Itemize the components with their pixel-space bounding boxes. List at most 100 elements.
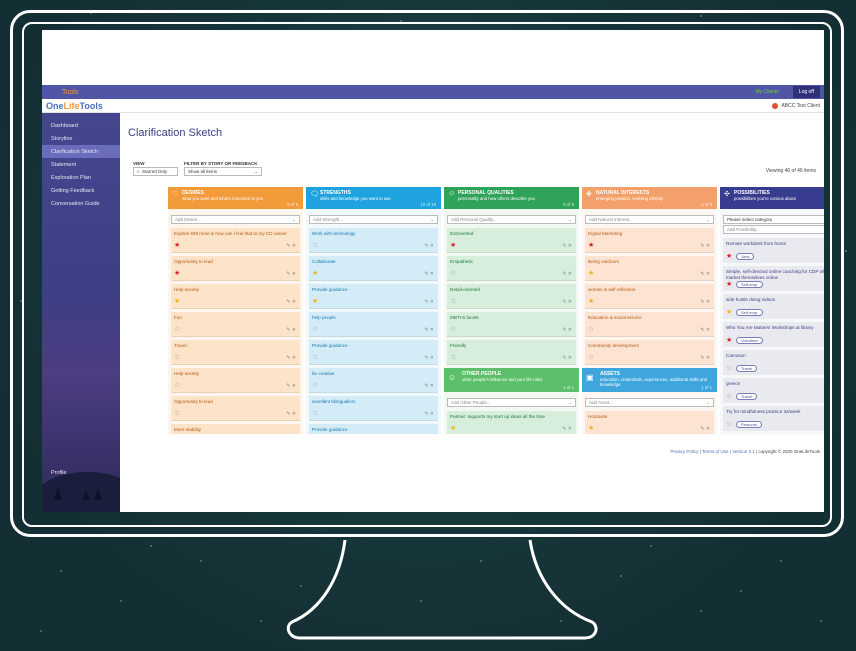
item-card[interactable]: Detail-oriented ☆ ✎ ✕	[447, 284, 576, 309]
star-icon[interactable]: ★	[312, 298, 318, 305]
star-icon[interactable]: ☆	[450, 354, 456, 361]
edit-delete-icons[interactable]: ✎ ✕	[562, 355, 572, 361]
add-input[interactable]: Add Possibility...⌄	[723, 225, 824, 234]
item-card[interactable]: excellent bilingualism ☆ ✎ ✕	[309, 396, 438, 421]
edit-delete-icons[interactable]: ✎ ✕	[424, 355, 434, 361]
item-card[interactable]: Partner: supports my start up ideas all …	[447, 411, 576, 434]
add-input[interactable]: Add Asset... ⌄	[585, 398, 714, 407]
star-icon[interactable]: ☆	[174, 326, 180, 333]
edit-delete-icons[interactable]: ✎ ✕	[424, 299, 434, 305]
item-card[interactable]: Being outdoors ★ ✎ ✕	[585, 256, 714, 281]
star-icon[interactable]: ★	[588, 298, 594, 305]
star-icon[interactable]: ☆	[174, 354, 180, 361]
star-icon[interactable]: ☆	[726, 393, 732, 400]
add-input[interactable]: Add Other People... ⌄	[447, 398, 576, 407]
edit-delete-icons[interactable]: ✎ ✕	[700, 243, 710, 249]
add-input[interactable]: Add Personal Quality... ⌄	[447, 215, 576, 224]
edit-delete-icons[interactable]: ✎ ✕	[424, 243, 434, 249]
item-card[interactable]: More stability ☆ ✎ ✕	[171, 424, 300, 434]
star-icon[interactable]: ☆	[726, 365, 732, 372]
category-select[interactable]: Please select category⌄	[723, 215, 824, 224]
item-card[interactable]: Digital Marketing ★ ✎ ✕	[585, 228, 714, 253]
star-icon[interactable]: ☆	[588, 326, 594, 333]
sidebar-item-clarification-sketch[interactable]: Clarification Sketch	[42, 145, 120, 158]
edit-delete-icons[interactable]: ✎ ✕	[700, 299, 710, 305]
possibility-card[interactable]: Simple, self-directed online coaching fo…	[723, 266, 824, 291]
star-icon[interactable]: ☆	[312, 410, 318, 417]
item-card[interactable]: Provide guidance ☆ ✎ ✕	[309, 340, 438, 365]
logoff-button[interactable]: Log off	[792, 86, 820, 98]
edit-delete-icons[interactable]: ✎ ✕	[700, 426, 710, 432]
item-card[interactable]: be creative ☆ ✎ ✕	[309, 368, 438, 393]
item-card[interactable]: Community development ☆ ✎ ✕	[585, 340, 714, 365]
edit-delete-icons[interactable]: ✎ ✕	[424, 271, 434, 277]
edit-delete-icons[interactable]: ✎ ✕	[700, 327, 710, 333]
star-icon[interactable]: ★	[588, 270, 594, 277]
star-icon[interactable]: ☆	[450, 270, 456, 277]
edit-delete-icons[interactable]: ✎ ✕	[286, 271, 296, 277]
edit-delete-icons[interactable]: ✎ ✕	[562, 327, 572, 333]
star-icon[interactable]: ☆	[450, 298, 456, 305]
filter-select[interactable]: Show all items ⌄	[184, 167, 262, 176]
item-card[interactable]: Empathetic ☆ ✎ ✕	[447, 256, 576, 281]
edit-delete-icons[interactable]: ✎ ✕	[424, 383, 434, 389]
add-input[interactable]: Add Desire... ⌄	[171, 215, 300, 224]
edit-delete-icons[interactable]: ✎ ✕	[700, 271, 710, 277]
item-card[interactable]: Hootsuite ★ ✎ ✕	[585, 411, 714, 434]
star-icon[interactable]: ★	[450, 242, 456, 249]
edit-delete-icons[interactable]: ✎ ✕	[562, 243, 572, 249]
possibility-card[interactable]: side hustle doing videos ★ Self-emp. ⚲ ✎…	[723, 294, 824, 319]
item-card[interactable]: Education & social service ☆ ✎ ✕	[585, 312, 714, 337]
edit-delete-icons[interactable]: ✎ ✕	[700, 355, 710, 361]
edit-delete-icons[interactable]: ✎ ✕	[286, 243, 296, 249]
item-card[interactable]: Extroverted ★ ✎ ✕	[447, 228, 576, 253]
star-icon[interactable]: ☆	[312, 326, 318, 333]
star-icon[interactable]: ☆	[726, 421, 732, 428]
add-input[interactable]: Add Natural Interest... ⌄	[585, 215, 714, 224]
star-icon[interactable]: ☆	[312, 382, 318, 389]
sidebar-item-exploration-plan[interactable]: Exploration Plan	[42, 171, 120, 184]
edit-delete-icons[interactable]: ✎ ✕	[562, 426, 572, 432]
starred-only-button[interactable]: ☆ Starred Only	[133, 167, 178, 176]
star-icon[interactable]: ★	[174, 270, 180, 277]
star-icon[interactable]: ☆	[588, 354, 594, 361]
terms-link[interactable]: Terms of Use	[702, 449, 729, 454]
star-icon[interactable]: ☆	[174, 410, 180, 417]
star-icon[interactable]: ★	[174, 242, 180, 249]
item-card[interactable]: Work with technology ☆ ✎ ✕	[309, 228, 438, 253]
possibility-card[interactable]: Remote workdesk from home ★ Jobs ⚲ ✎ ✕	[723, 238, 824, 263]
edit-delete-icons[interactable]: ✎ ✕	[562, 299, 572, 305]
item-card[interactable]: Opportunity to lead ★ ✎ ✕	[171, 256, 300, 281]
sidebar-item-profile[interactable]: Profile	[51, 470, 67, 476]
item-card[interactable]: Explore DM more & how can I link that to…	[171, 228, 300, 253]
item-card[interactable]: Fun ☆ ✎ ✕	[171, 312, 300, 337]
sidebar-item-storyline[interactable]: Storyline	[42, 132, 120, 145]
item-card[interactable]: Provide guidance ★ ✎ ✕	[309, 284, 438, 309]
edit-delete-icons[interactable]: ✎ ✕	[424, 411, 434, 417]
edit-delete-icons[interactable]: ✎ ✕	[562, 271, 572, 277]
privacy-link[interactable]: Privacy Policy	[670, 449, 698, 454]
sidebar-item-conversation-guide[interactable]: Conversation Guide	[42, 197, 120, 210]
add-input[interactable]: Add Strength... ⌄	[309, 215, 438, 224]
edit-delete-icons[interactable]: ✎ ✕	[286, 411, 296, 417]
star-icon[interactable]: ★	[588, 242, 594, 249]
item-card[interactable]: MBTI-5 facets ☆ ✎ ✕	[447, 312, 576, 337]
possibility-card[interactable]: greece ☆ Travel ⚲ ✎ ✕	[723, 378, 824, 403]
edit-delete-icons[interactable]: ✎ ✕	[424, 327, 434, 333]
star-icon[interactable]: ★	[726, 337, 732, 344]
item-card[interactable]: Provide guidance ☆ ✎ ✕	[309, 424, 438, 434]
sidebar-item-dashboard[interactable]: Dashboard	[42, 119, 120, 132]
item-card[interactable]: Friendly ☆ ✎ ✕	[447, 340, 576, 365]
item-card[interactable]: Help society ★ ✎ ✕	[171, 284, 300, 309]
edit-delete-icons[interactable]: ✎ ✕	[286, 327, 296, 333]
item-card[interactable]: Opportunity to lead ☆ ✎ ✕	[171, 396, 300, 421]
my-clients-link[interactable]: My Clients	[755, 89, 778, 95]
star-icon[interactable]: ☆	[312, 242, 318, 249]
brand-logo[interactable]: OneLifeTools	[46, 101, 103, 111]
star-icon[interactable]: ★	[726, 281, 732, 288]
item-card[interactable]: help people ☆ ✎ ✕	[309, 312, 438, 337]
edit-delete-icons[interactable]: ✎ ✕	[286, 355, 296, 361]
user-menu[interactable]: ABCC Test Client	[772, 102, 820, 109]
possibility-card[interactable]: Try for mindfulness practice 3x/week ☆ P…	[723, 406, 824, 431]
sidebar-item-getting-feedback[interactable]: Getting Feedback	[42, 184, 120, 197]
